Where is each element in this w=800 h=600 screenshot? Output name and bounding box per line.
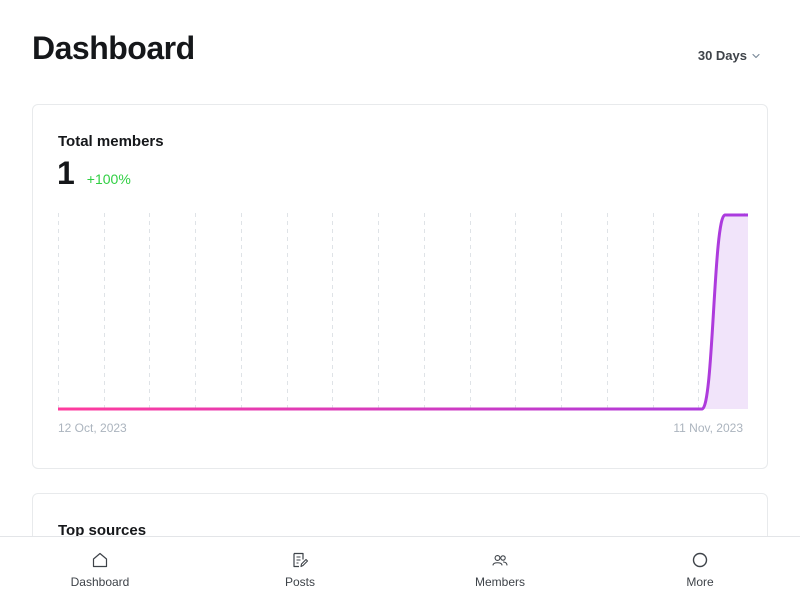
circle-icon (692, 552, 708, 568)
chart-point (745, 212, 751, 218)
chart-point (262, 406, 268, 412)
x-axis-start-label: 12 Oct, 2023 (58, 421, 127, 435)
chart-point (561, 406, 567, 412)
members-icon (492, 555, 508, 566)
chart-point (469, 406, 475, 412)
bottom-navigation: Dashboard Posts Members More (0, 536, 800, 600)
chart-point (285, 406, 291, 412)
members-metric: 1 +100% (57, 155, 131, 192)
dashboard-page: Dashboard 30 Days Total members 1 +100% … (0, 0, 800, 600)
chart-point (78, 406, 84, 412)
members-change: +100% (86, 171, 131, 187)
chevron-down-icon (752, 53, 760, 58)
nav-label: Members (474, 575, 525, 589)
chart-point (607, 406, 613, 412)
page-title: Dashboard (32, 30, 195, 66)
chart-point (630, 406, 636, 412)
nav-label: More (686, 575, 714, 589)
chart-point (147, 406, 153, 412)
date-range-select[interactable]: 30 Days (698, 48, 760, 63)
chart-point (446, 406, 452, 412)
chart-point (538, 406, 544, 412)
members-chart[interactable] (58, 213, 748, 413)
chart-point (124, 406, 130, 412)
chart-point (308, 406, 314, 412)
nav-item-dashboard[interactable]: Dashboard (0, 537, 200, 600)
chart-point (653, 406, 659, 412)
chart-point (515, 406, 521, 412)
chart-point (722, 212, 728, 218)
chart-point (170, 406, 176, 412)
chart-point (699, 406, 705, 412)
chart-point (101, 406, 107, 412)
total-members-card: Total members 1 +100% 12 Oct, 2023 11 No… (32, 104, 768, 469)
card-title: Total members (58, 133, 164, 150)
chart-point (239, 406, 245, 412)
chart-point (584, 406, 590, 412)
chart-point (193, 406, 199, 412)
x-axis-end-label: 11 Nov, 2023 (673, 421, 743, 435)
nav-label: Dashboard (70, 575, 130, 589)
header: Dashboard 30 Days (32, 30, 760, 74)
chart-point (55, 406, 61, 412)
members-chart-svg (55, 212, 751, 412)
chart-point (331, 406, 337, 412)
chart-point (423, 406, 429, 412)
nav-item-posts[interactable]: Posts (200, 537, 400, 600)
chart-point (377, 406, 383, 412)
chart-point (354, 406, 360, 412)
date-range-label: 30 Days (697, 48, 747, 63)
chart-series-line (58, 213, 748, 411)
chart-point (400, 406, 406, 412)
chart-point (676, 406, 682, 412)
home-icon (92, 552, 108, 568)
nav-item-more[interactable]: More (600, 537, 800, 600)
nav-label: Posts (284, 575, 315, 589)
chart-point (492, 406, 498, 412)
chart-point (216, 406, 222, 412)
posts-icon (293, 552, 309, 568)
nav-item-members[interactable]: Members (400, 537, 600, 600)
members-count: 1 (57, 155, 75, 191)
